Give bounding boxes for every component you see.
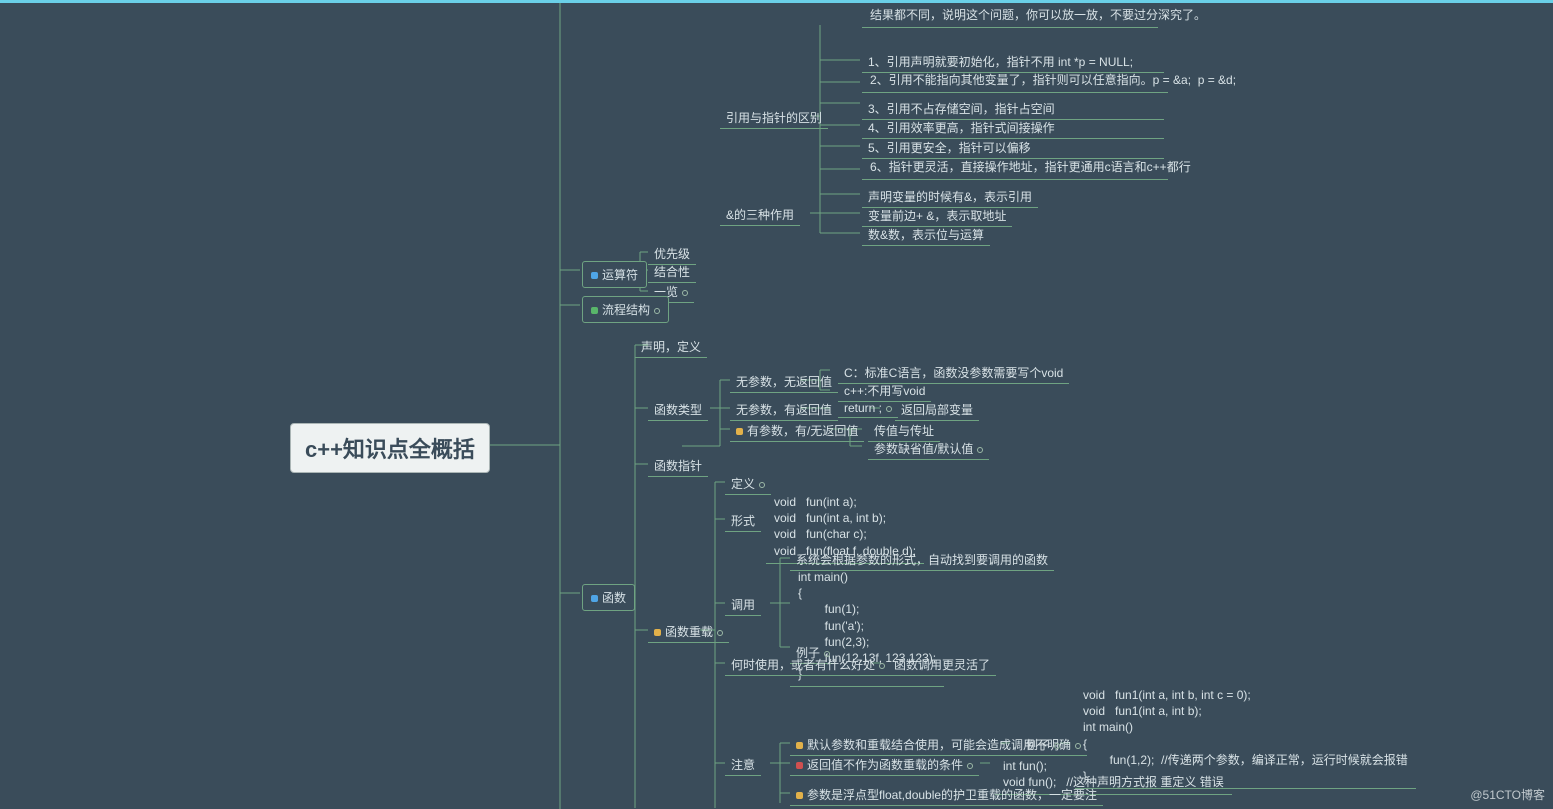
overload-label: 函数重载	[665, 625, 713, 639]
overload-title[interactable]: 函数重载	[648, 621, 729, 643]
expand-icon	[759, 482, 765, 488]
ft-return[interactable]: return ;	[838, 399, 898, 418]
ov-note-3-label: 参数是浮点型float,double的护卫重载的函数，一定要注	[807, 788, 1097, 802]
ref-ptr-6[interactable]: 6、指针更灵活，直接操作地址，指针更通用c语言和c++都行	[862, 155, 1168, 180]
ov-call[interactable]: 调用	[725, 594, 761, 616]
orange-bullet-icon	[736, 428, 743, 435]
ov-def[interactable]: 定义	[725, 473, 771, 495]
ft-noarg-ret[interactable]: 无参数，有返回值	[730, 399, 838, 421]
blue-bullet-icon	[591, 595, 598, 602]
ft-hasarg-label: 有参数，有/无返回值	[747, 424, 858, 438]
root-label: c++知识点全概括	[305, 437, 475, 462]
ref-ptr-2[interactable]: 2、引用不能指向其他变量了，指针则可以任意指向。p = &a; p = &d;	[862, 68, 1168, 93]
red-bullet-icon	[796, 762, 803, 769]
green-bullet-icon	[591, 307, 598, 314]
ov-note-2-label: 返回值不作为函数重载的条件	[807, 758, 963, 772]
ov-when-ans[interactable]: 函数调用更灵活了	[888, 654, 996, 676]
flow-label: 流程结构	[602, 303, 650, 317]
orange-bullet-icon	[654, 629, 661, 636]
expand-icon	[717, 630, 723, 636]
expand-icon	[879, 663, 885, 669]
orange-bullet-icon	[796, 742, 803, 749]
expand-icon	[886, 406, 892, 412]
ov-when-label: 何时使用，或者有什么好处	[731, 658, 875, 672]
ref-ptr-title[interactable]: 引用与指针的区别	[720, 107, 828, 129]
ov-note-3[interactable]: 参数是浮点型float,double的护卫重载的函数，一定要注	[790, 784, 1103, 806]
orange-bullet-icon	[796, 792, 803, 799]
ov-when[interactable]: 何时使用，或者有什么好处	[725, 654, 891, 676]
prev-note[interactable]: 结果都不同，说明这个问题，你可以放一放，不要过分深究了。	[862, 3, 1158, 28]
expand-icon	[1054, 743, 1060, 749]
operator-node[interactable]: 运算符	[582, 261, 647, 288]
flow-node[interactable]: 流程结构	[582, 296, 669, 323]
ft-hasarg-default-label: 参数缺省值/默认值	[874, 442, 973, 456]
op-assoc[interactable]: 结合性	[648, 261, 696, 283]
func-node[interactable]: 函数	[582, 584, 635, 611]
ft-hasarg[interactable]: 有参数，有/无返回值	[730, 420, 864, 442]
ft-retlocal[interactable]: 返回局部变量	[895, 399, 979, 421]
expand-icon	[654, 308, 660, 314]
ft-return-label: return ;	[844, 401, 882, 415]
ft-hasarg-default[interactable]: 参数缺省值/默认值	[868, 438, 989, 460]
expand-icon	[977, 447, 983, 453]
func-decl[interactable]: 声明，定义	[635, 336, 707, 358]
ref-ptr-4[interactable]: 4、引用效率更高，指针式间接操作	[862, 117, 1164, 139]
ov-note-1-ex[interactable]: 例子	[1020, 734, 1066, 756]
operator-label: 运算符	[602, 268, 638, 282]
amp-title[interactable]: &的三种作用	[720, 204, 800, 226]
expand-icon	[682, 290, 688, 296]
ov-note[interactable]: 注意	[725, 754, 761, 776]
ft-noarg-noret[interactable]: 无参数，无返回值	[730, 371, 838, 393]
watermark: @51CTO博客	[1470, 786, 1545, 803]
ov-form[interactable]: 形式	[725, 510, 761, 532]
root-node[interactable]: c++知识点全概括	[290, 423, 490, 473]
expand-icon	[967, 763, 973, 769]
ov-note-1-ex-label: 例子	[1026, 738, 1050, 752]
amp-3[interactable]: 数&数，表示位与运算	[862, 224, 990, 246]
func-type-title[interactable]: 函数类型	[648, 399, 708, 421]
func-label: 函数	[602, 591, 626, 605]
func-ptr[interactable]: 函数指针	[648, 455, 708, 477]
ov-def-label: 定义	[731, 477, 755, 491]
ov-note-2[interactable]: 返回值不作为函数重载的条件	[790, 754, 979, 776]
blue-bullet-icon	[591, 272, 598, 279]
